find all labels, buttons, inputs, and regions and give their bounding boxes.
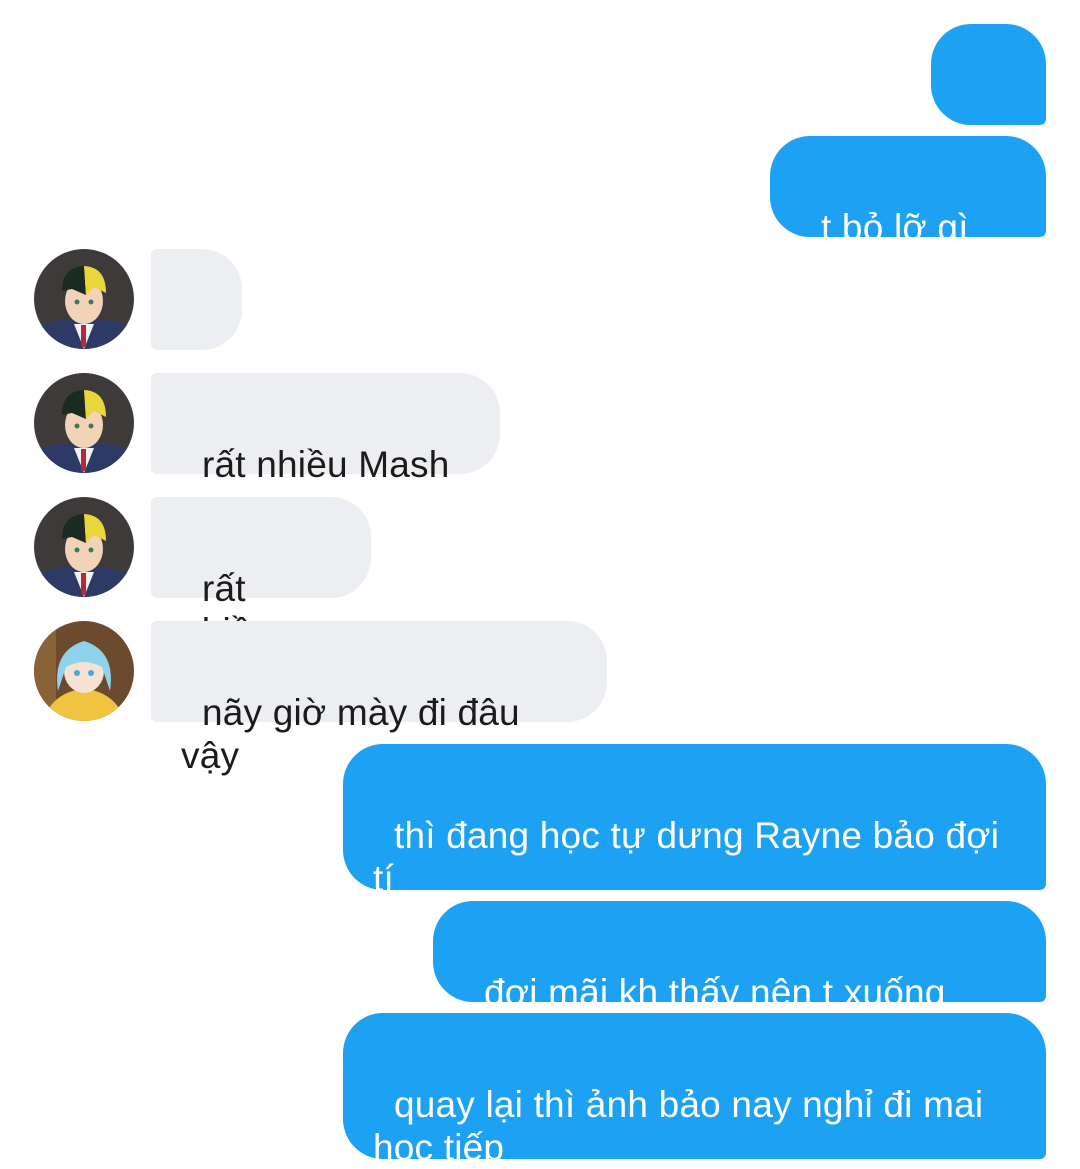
message-bubble-incoming[interactable]: nãy giờ mày đi đâu vậy xyxy=(151,621,607,776)
message-bubble-outgoing[interactable]: đợi mãi kh thấy nên t xuống bếp xyxy=(433,901,1046,1056)
message-bubble-outgoing[interactable]: t bỏ lỡ gì vậy xyxy=(770,136,1046,291)
sender-avatar[interactable] xyxy=(34,249,134,349)
message-bubble-outgoing[interactable]: thì đang học tự dưng Rayne bảo đợi tí xyxy=(343,744,1046,899)
sender-avatar[interactable] xyxy=(34,373,134,473)
message-bubble-incoming[interactable]: ... xyxy=(151,249,242,404)
message-bubble-outgoing[interactable]: quay lại thì ảnh bảo nay nghỉ đi mai học… xyxy=(343,1013,1046,1168)
message-text: quay lại thì ảnh bảo nay nghỉ đi mai học… xyxy=(373,1084,984,1168)
message-text: t bỏ lỡ gì vậy xyxy=(800,207,980,291)
message-text: thì đang học tự dưng Rayne bảo đợi tí xyxy=(373,815,1000,899)
sender-avatar[interactable] xyxy=(34,621,134,721)
message-bubble-incoming[interactable]: rất nhiều xyxy=(151,497,371,652)
message-bubble-incoming[interactable]: rất nhiều Mash ạ xyxy=(151,373,500,528)
message-bubble-outgoing[interactable]: ờm xyxy=(931,24,1046,179)
sender-avatar[interactable] xyxy=(34,497,134,597)
